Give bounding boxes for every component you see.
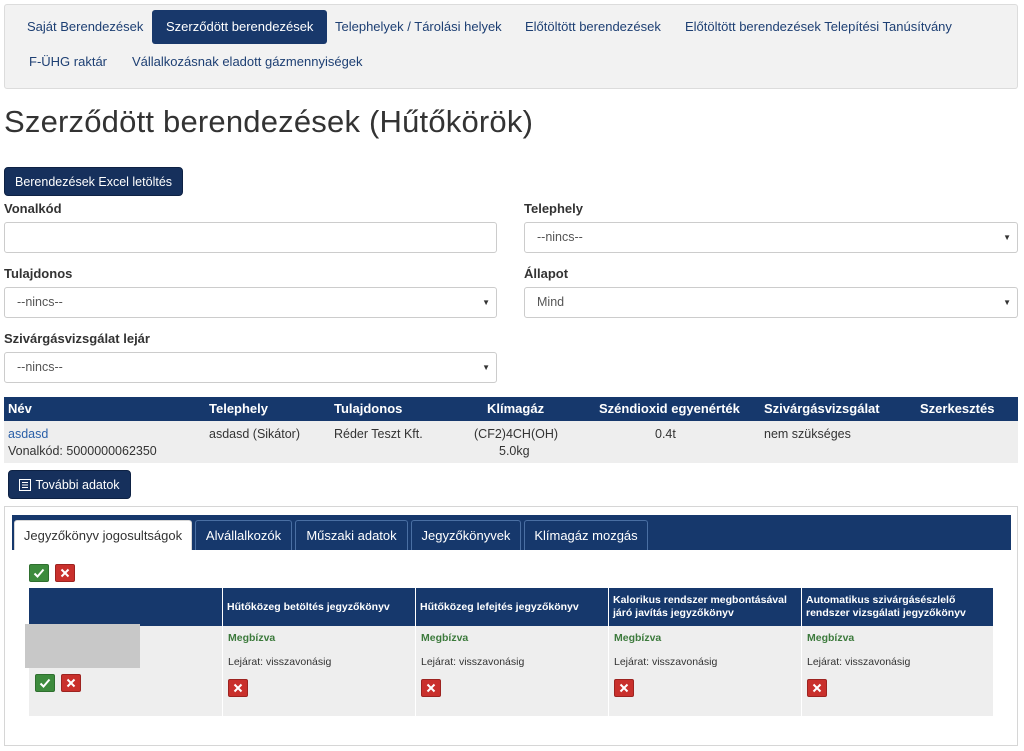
close-icon xyxy=(60,568,70,578)
chevron-down-icon: ▼ xyxy=(1003,298,1011,307)
top-navigation: Saját Berendezések Szerződött berendezés… xyxy=(4,4,1018,89)
status-badge: Megbízva xyxy=(614,632,662,644)
chevron-down-icon: ▼ xyxy=(1003,233,1011,242)
nav-fghg-warehouse[interactable]: F-ÜHG raktár xyxy=(15,45,121,79)
subcontractor-placeholder xyxy=(25,624,140,668)
chevron-down-icon: ▼ xyxy=(482,298,490,307)
site-select-value: --nincs-- xyxy=(537,230,583,244)
perm-cell-repair: Megbízva Lejárat: visszavonásig xyxy=(608,626,801,716)
col-owner: Tulajdonos xyxy=(334,401,403,416)
device-gas-amount: 5.0kg xyxy=(499,444,530,458)
nav-sites-storage[interactable]: Telephelyek / Tárolási helyek xyxy=(321,10,516,44)
excel-download-button[interactable]: Berendezések Excel letöltés xyxy=(4,167,183,196)
permissions-row: Megbízva Lejárat: visszavonásig Megbízva… xyxy=(25,624,993,716)
barcode-input[interactable] xyxy=(4,222,497,253)
col-gas: Klímagáz xyxy=(487,401,545,416)
expiry-text: Lejárat: visszavonásig xyxy=(807,656,911,668)
device-name-link[interactable]: asdasd xyxy=(8,427,48,441)
expiry-text: Lejárat: visszavonásig xyxy=(421,656,525,668)
more-data-button[interactable]: További adatok xyxy=(8,470,131,499)
leak-test-label: Szivárgásvizsgálat lejár xyxy=(4,331,150,346)
tab-bar: Jegyzőkönyv jogosultságok Alvállalkozók … xyxy=(12,515,1011,550)
check-icon xyxy=(33,568,45,578)
close-icon xyxy=(812,683,822,693)
details-panel: Jegyzőkönyv jogosultságok Alvállalkozók … xyxy=(4,506,1018,746)
close-icon xyxy=(66,678,76,688)
expiry-text: Lejárat: visszavonásig xyxy=(614,656,718,668)
table-row: asdasd Vonalkód: 5000000062350 asdasd (S… xyxy=(4,421,1018,463)
row-approve-button[interactable] xyxy=(35,674,55,692)
approve-all-button[interactable] xyxy=(29,564,49,582)
perm-cell-refill: Megbízva Lejárat: visszavonásig xyxy=(222,626,415,716)
col-leak: Szivárgásvizsgálat xyxy=(764,401,880,416)
tab-record-permissions[interactable]: Jegyzőkönyv jogosultságok xyxy=(14,520,192,550)
perm-cell-recovery: Megbízva Lejárat: visszavonásig xyxy=(415,626,608,716)
col-site: Telephely xyxy=(209,401,269,416)
leak-test-select[interactable]: --nincs-- ▼ xyxy=(4,352,497,383)
device-gas: (CF2)4CH(OH) xyxy=(474,427,559,441)
reject-all-button[interactable] xyxy=(55,564,75,582)
col-edit: Szerkesztés xyxy=(920,401,995,416)
state-label: Állapot xyxy=(524,266,569,281)
page-title: Szerződött berendezések (Hűtőkörök) xyxy=(4,104,534,139)
owner-select-value: --nincs-- xyxy=(17,295,63,309)
close-icon xyxy=(619,683,629,693)
revoke-button[interactable] xyxy=(807,679,827,697)
nav-prefilled-install-cert[interactable]: Előtöltött berendezések Telepítési Tanús… xyxy=(671,10,966,44)
leak-test-select-value: --nincs-- xyxy=(17,360,63,374)
more-data-label: További adatok xyxy=(35,477,120,492)
perm-cell-leak-detector: Megbízva Lejárat: visszavonásig xyxy=(801,626,993,716)
table-header: Név Telephely Tulajdonos Klímagáz Széndi… xyxy=(4,397,1018,421)
tab-gas-movement[interactable]: Klímagáz mozgás xyxy=(524,520,648,550)
nav-contracted-devices[interactable]: Szerződött berendezések xyxy=(152,10,328,44)
expiry-text: Lejárat: visszavonásig xyxy=(228,656,332,668)
tab-technical-data[interactable]: Műszaki adatok xyxy=(295,520,408,550)
perm-col-refill: Hűtőközeg betöltés jegyzőkönyv xyxy=(222,588,415,626)
state-select[interactable]: Mind ▼ xyxy=(524,287,1018,318)
status-badge: Megbízva xyxy=(807,632,855,644)
owner-label: Tulajdonos xyxy=(4,266,73,281)
device-co2: 0.4t xyxy=(655,427,676,441)
nav-prefilled-devices[interactable]: Előtöltött berendezések xyxy=(511,10,675,44)
permissions-header: Hűtőközeg betöltés jegyzőkönyv Hűtőközeg… xyxy=(29,588,993,626)
device-barcode: Vonalkód: 5000000062350 xyxy=(8,444,157,458)
list-icon xyxy=(19,478,32,491)
site-select[interactable]: --nincs-- ▼ xyxy=(524,222,1018,253)
nav-own-devices[interactable]: Saját Berendezések xyxy=(13,10,157,44)
device-leak-test: nem szükséges xyxy=(764,427,851,441)
status-badge: Megbízva xyxy=(228,632,276,644)
permissions-table: Hűtőközeg betöltés jegyzőkönyv Hűtőközeg… xyxy=(25,588,993,716)
col-name: Név xyxy=(8,401,32,416)
site-label: Telephely xyxy=(524,201,584,216)
revoke-button[interactable] xyxy=(421,679,441,697)
check-icon xyxy=(39,678,51,688)
row-reject-button[interactable] xyxy=(61,674,81,692)
status-badge: Megbízva xyxy=(421,632,469,644)
col-co2: Széndioxid egyenérték xyxy=(599,401,740,416)
close-icon xyxy=(426,683,436,693)
close-icon xyxy=(233,683,243,693)
owner-select[interactable]: --nincs-- ▼ xyxy=(4,287,497,318)
perm-col-recovery: Hűtőközeg lefejtés jegyzőkönyv xyxy=(415,588,608,626)
nav-sold-gas[interactable]: Vállalkozásnak eladott gázmennyiségek xyxy=(118,45,377,79)
revoke-button[interactable] xyxy=(228,679,248,697)
device-owner: Réder Teszt Kft. xyxy=(334,427,423,441)
barcode-label: Vonalkód xyxy=(4,201,62,216)
device-site: asdasd (Sikátor) xyxy=(209,427,301,441)
state-select-value: Mind xyxy=(537,295,565,309)
chevron-down-icon: ▼ xyxy=(482,363,490,372)
perm-col-leak-detector: Automatikus szivárgásészlelő rendszer vi… xyxy=(801,588,993,626)
tab-records[interactable]: Jegyzőkönyvek xyxy=(411,520,521,550)
tab-subcontractors[interactable]: Alvállalkozók xyxy=(195,520,292,550)
devices-table: Név Telephely Tulajdonos Klímagáz Széndi… xyxy=(4,397,1018,463)
revoke-button[interactable] xyxy=(614,679,634,697)
perm-col-repair: Kalorikus rendszer megbontásával járó ja… xyxy=(608,588,801,626)
